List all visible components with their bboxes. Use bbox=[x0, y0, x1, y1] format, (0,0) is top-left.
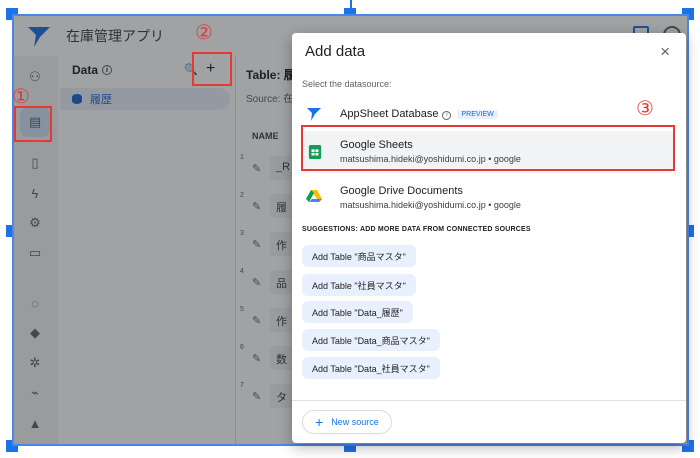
datasource-google-drive-documents[interactable]: Google Drive Documents matsushima.hideki… bbox=[302, 181, 670, 215]
dialog-title: Add data bbox=[305, 43, 366, 60]
new-source-label: New source bbox=[331, 417, 379, 427]
suggestion-chip[interactable]: Add Table "Data_履歴" bbox=[302, 301, 413, 323]
appsheet-database-icon bbox=[307, 108, 321, 121]
suggestion-chip[interactable]: Add Table "社員マスタ" bbox=[302, 274, 416, 296]
datasource-name: Google Drive Documents bbox=[340, 185, 463, 197]
annotation-number-one: ① bbox=[12, 84, 30, 108]
datasource-name: AppSheet Database i PREVIEW bbox=[340, 108, 498, 120]
annotation-box-add-button bbox=[192, 52, 232, 86]
preview-badge: PREVIEW bbox=[457, 110, 498, 119]
select-datasource-label: Select the datasource: bbox=[302, 79, 392, 89]
annotation-number-three: ③ bbox=[636, 96, 654, 120]
datasource-account: matsushima.hideki@yoshidumi.co.jp • goog… bbox=[340, 200, 521, 210]
close-icon[interactable]: × bbox=[660, 42, 670, 62]
add-data-dialog: Add data × Select the datasource: AppShe… bbox=[292, 33, 686, 443]
suggestions-label: SUGGESTIONS: ADD MORE DATA FROM CONNECTE… bbox=[302, 226, 531, 233]
datasource-appsheet-database[interactable]: AppSheet Database i PREVIEW bbox=[302, 103, 670, 125]
plus-icon: + bbox=[315, 414, 324, 430]
selection-handle-top-line[interactable] bbox=[350, 0, 352, 8]
dialog-divider bbox=[292, 400, 686, 401]
suggestion-chip[interactable]: Add Table "商品マスタ" bbox=[302, 245, 416, 267]
google-drive-icon bbox=[306, 190, 322, 202]
info-icon[interactable]: i bbox=[442, 110, 452, 120]
suggestion-chip[interactable]: Add Table "Data_商品マスタ" bbox=[302, 329, 440, 351]
appsheet-database-label: AppSheet Database bbox=[340, 108, 439, 120]
annotation-number-two: ② bbox=[195, 20, 213, 44]
suggestion-chip[interactable]: Add Table "Data_社員マスタ" bbox=[302, 357, 440, 379]
annotation-box-data-icon bbox=[14, 106, 52, 142]
annotation-box-google-sheets bbox=[301, 125, 675, 171]
new-source-button[interactable]: + New source bbox=[302, 410, 392, 434]
